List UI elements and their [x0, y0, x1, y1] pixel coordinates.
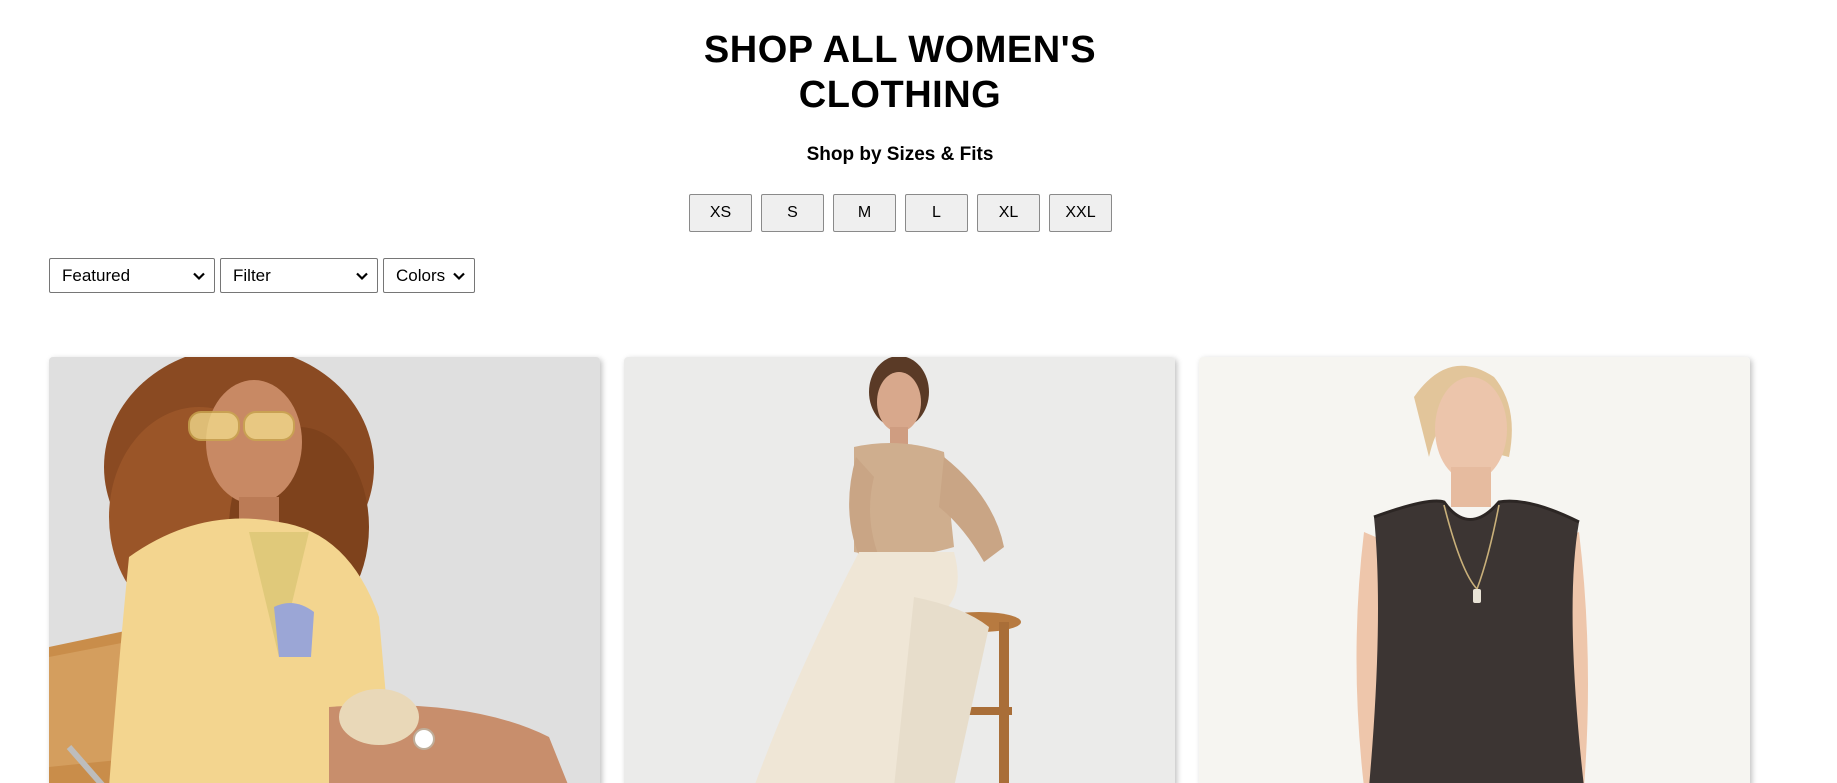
product-grid — [49, 357, 1750, 783]
product-card[interactable] — [1199, 357, 1750, 783]
size-button-l[interactable]: L — [905, 194, 968, 232]
title-wrap: SHOP ALL WOMEN'S CLOTHING — [0, 0, 1800, 118]
product-image — [1199, 357, 1750, 783]
size-button-row: XS S M L XL XXL — [0, 194, 1800, 232]
filter-select-value: Filter — [233, 265, 271, 285]
sort-select[interactable]: Featured — [49, 258, 215, 293]
chevron-down-icon — [356, 272, 368, 280]
page-title: SHOP ALL WOMEN'S CLOTHING — [703, 29, 1097, 116]
chevron-down-icon — [453, 272, 465, 280]
size-button-s[interactable]: S — [761, 194, 824, 232]
chevron-down-icon — [193, 272, 205, 280]
colors-select-value: Colors — [396, 265, 446, 285]
sizes-heading: Shop by Sizes & Fits — [806, 144, 994, 165]
size-button-xs[interactable]: XS — [689, 194, 752, 232]
product-card[interactable] — [624, 357, 1175, 783]
size-button-xl[interactable]: XL — [977, 194, 1040, 232]
page: SHOP ALL WOMEN'S CLOTHING Shop by Sizes … — [0, 0, 1837, 783]
colors-select[interactable]: Colors — [383, 258, 475, 293]
product-image — [49, 357, 600, 783]
size-button-xxl[interactable]: XXL — [1049, 194, 1112, 232]
size-button-m[interactable]: M — [833, 194, 896, 232]
product-image — [624, 357, 1175, 783]
filter-controls: Featured Filter Colors — [49, 258, 475, 293]
filter-select[interactable]: Filter — [220, 258, 378, 293]
product-card[interactable] — [49, 357, 600, 783]
sort-select-value: Featured — [62, 265, 131, 285]
